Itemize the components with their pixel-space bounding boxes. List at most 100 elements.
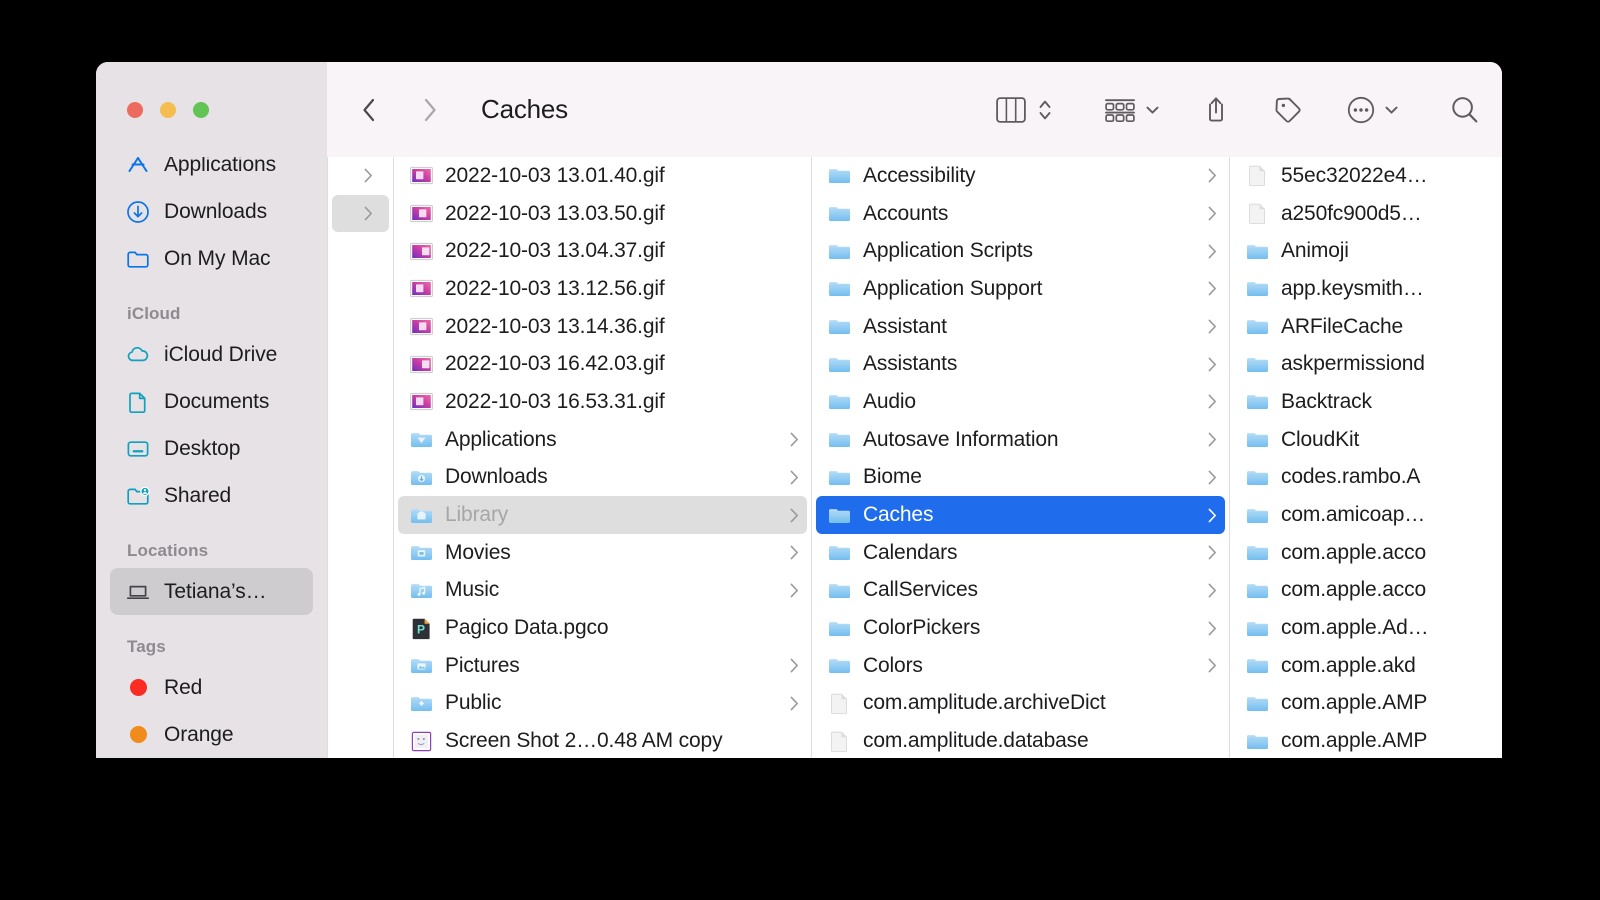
column-row[interactable]: Pictures (398, 647, 807, 685)
folder-pictures-icon (409, 653, 434, 678)
sidebar-item-desktop[interactable]: Desktop (110, 425, 313, 472)
column-row[interactable]: Colors (816, 647, 1225, 685)
sidebar[interactable]: Applications Downloads On My Mac iCloud iClo… (96, 157, 327, 758)
column-row[interactable]: CallServices (816, 572, 1225, 610)
share-button[interactable] (1203, 87, 1229, 133)
chevron-right-icon (1208, 282, 1216, 296)
column-row[interactable]: codes.rambo.A (1234, 459, 1498, 497)
tag-button[interactable] (1273, 87, 1303, 133)
column-row[interactable]: 2022-10-03 13.12.56.gif (398, 270, 807, 308)
tag-dot-icon (129, 679, 147, 696)
column-home[interactable]: 2022-10-03 13.01.40.gif 2022-10-03 13.03.… (393, 157, 811, 758)
column-row[interactable]: com.amplitude.database (816, 722, 1225, 758)
sidebar-item-documents[interactable]: Documents (110, 378, 313, 425)
column-row-label: 2022-10-03 16.53.31.gif (445, 389, 665, 413)
column-row[interactable]: Public (398, 685, 807, 723)
back-button[interactable] (345, 87, 391, 133)
column-row[interactable]: Application Support (816, 270, 1225, 308)
column-row[interactable]: Caches (816, 496, 1225, 534)
more-button[interactable] (1347, 87, 1398, 133)
column-row[interactable]: Downloads (398, 459, 807, 497)
column-row[interactable]: Animoji (1234, 232, 1498, 270)
column-row[interactable]: Applications (398, 421, 807, 459)
column-row[interactable]: Movies (398, 534, 807, 572)
column-row-partial[interactable] (332, 157, 389, 195)
column-row[interactable]: 55ec32022e4… (1234, 157, 1498, 195)
column-row[interactable]: com.apple.akd (1234, 647, 1498, 685)
column-row[interactable]: Music (398, 572, 807, 610)
generic-file-icon (827, 729, 852, 754)
search-icon (1452, 96, 1478, 122)
column-row[interactable]: 2022-10-03 13.14.36.gif (398, 308, 807, 346)
chevron-down-icon (1146, 106, 1159, 114)
column-stub[interactable] (327, 157, 393, 758)
sidebar-item-tetiana-s[interactable]: Tetiana’s… (110, 568, 313, 615)
disclosure-chevron (1208, 508, 1217, 523)
column-library[interactable]: Accessibility Accounts Application Scripts… (811, 157, 1229, 758)
chevron-right-icon (790, 696, 798, 711)
group-icon (1105, 98, 1135, 122)
column-row[interactable]: com.amplitude.archiveDict (816, 685, 1225, 723)
shared-folder-icon (126, 484, 150, 508)
column-row[interactable]: Backtrack (1234, 383, 1498, 421)
cloud-icon (126, 343, 150, 367)
search-button[interactable] (1450, 87, 1480, 133)
column-row[interactable]: Assistants (816, 345, 1225, 383)
column-row[interactable]: a250fc900d5… (1234, 195, 1498, 233)
generic-file-icon (1245, 163, 1270, 188)
group-by-button[interactable] (1104, 87, 1159, 133)
column-row[interactable]: 2022-10-03 16.53.31.gif (398, 383, 807, 421)
folder-icon (827, 616, 852, 641)
sidebar-item-on-my-mac[interactable]: On My Mac (110, 235, 313, 282)
laptop-icon (126, 580, 150, 604)
sidebar-item-red[interactable]: Red (110, 664, 313, 711)
column-row[interactable]: Accessibility (816, 157, 1225, 195)
column-row[interactable]: com.apple.acco (1234, 572, 1498, 610)
column-row[interactable]: com.apple.AMP (1234, 722, 1498, 758)
column-row[interactable]: com.amicoap… (1234, 496, 1498, 534)
titlebar-left (96, 62, 327, 157)
column-row[interactable]: Calendars (816, 534, 1225, 572)
column-row-partial[interactable] (332, 194, 389, 233)
column-row[interactable]: Biome (816, 459, 1225, 497)
column-browser: 2022-10-03 13.01.40.gif 2022-10-03 13.03.… (327, 157, 1502, 758)
sidebar-item-applications[interactable]: Applications (110, 157, 313, 188)
column-row[interactable]: Library (398, 496, 807, 534)
column-row[interactable]: com.apple.acco (1234, 534, 1498, 572)
column-row[interactable]: ARFileCache (1234, 308, 1498, 346)
column-row-label: Pagico Data.pgco (445, 616, 609, 640)
column-row[interactable]: 2022-10-03 13.03.50.gif (398, 195, 807, 233)
folder-icon (827, 276, 852, 301)
sidebar-item-downloads[interactable]: Downloads (110, 188, 313, 235)
close-button[interactable] (127, 101, 143, 118)
column-row[interactable]: Accounts (816, 195, 1225, 233)
column-row[interactable]: 2022-10-03 13.04.37.gif (398, 232, 807, 270)
column-row[interactable]: Assistant (816, 308, 1225, 346)
column-row[interactable]: com.apple.Ad… (1234, 609, 1498, 647)
view-stepper-button[interactable] (1038, 87, 1052, 133)
column-row[interactable]: Application Scripts (816, 232, 1225, 270)
maximize-button[interactable] (193, 101, 209, 118)
column-row[interactable]: Audio (816, 383, 1225, 421)
forward-button[interactable] (407, 87, 453, 133)
column-row[interactable]: app.keysmith… (1234, 270, 1498, 308)
sidebar-item-shared[interactable]: Shared (110, 472, 313, 519)
column-row[interactable]: ColorPickers (816, 609, 1225, 647)
column-row-label: a250fc900d5… (1281, 201, 1422, 225)
column-row[interactable]: com.apple.AMP (1234, 685, 1498, 723)
sidebar-item-icloud-drive[interactable]: iCloud Drive (110, 331, 313, 378)
column-row[interactable]: CloudKit (1234, 421, 1498, 459)
minimize-button[interactable] (160, 101, 176, 118)
column-row[interactable]: 2022-10-03 16.42.03.gif (398, 345, 807, 383)
view-column-button[interactable] (996, 87, 1026, 133)
column-row[interactable]: Screen Shot 2…0.48 AM copy (398, 722, 807, 758)
column-row[interactable]: askpermissiond (1234, 345, 1498, 383)
column-caches[interactable]: 55ec32022e4… a250fc900d5… Animoji app.keysm… (1229, 157, 1502, 758)
column-row[interactable]: P Pagico Data.pgco (398, 609, 807, 647)
disclosure-chevron (1208, 432, 1217, 447)
column-row[interactable]: 2022-10-03 13.01.40.gif (398, 157, 807, 195)
sidebar-item-orange[interactable]: Orange (110, 711, 313, 758)
toolbar: Caches (327, 62, 1502, 157)
column-row[interactable]: Autosave Information (816, 421, 1225, 459)
column-row-label: ColorPickers (863, 616, 981, 640)
